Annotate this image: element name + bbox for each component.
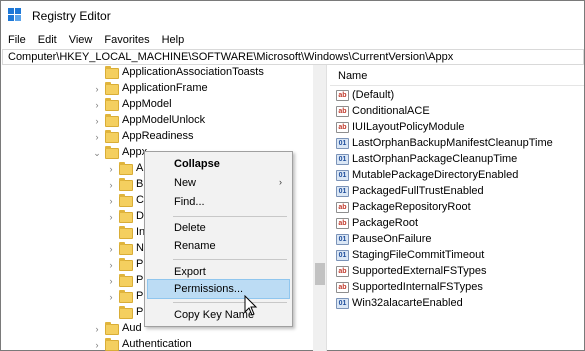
menu-new[interactable]: New › bbox=[147, 173, 290, 193]
string-value-icon: ab bbox=[336, 89, 349, 101]
value-row[interactable]: 01 StagingFileCommitTimeout bbox=[336, 247, 484, 263]
value-row[interactable]: ab PackageRoot bbox=[336, 215, 418, 231]
menu-edit[interactable]: Edit bbox=[32, 34, 63, 46]
chevron-right-icon[interactable]: › bbox=[106, 193, 116, 209]
folder-icon bbox=[105, 98, 119, 111]
folder-icon bbox=[105, 66, 119, 79]
binary-value-icon: 01 bbox=[336, 233, 349, 245]
binary-value-icon: 01 bbox=[336, 169, 349, 181]
menu-separator bbox=[173, 216, 287, 217]
binary-value-icon: 01 bbox=[336, 297, 349, 309]
tree-item-appmodelunlock[interactable]: › AppModelUnlock bbox=[2, 113, 310, 129]
menu-collapse[interactable]: Collapse bbox=[147, 154, 290, 174]
binary-value-icon: 01 bbox=[336, 137, 349, 149]
chevron-right-icon[interactable]: › bbox=[106, 257, 116, 273]
menu-view[interactable]: View bbox=[63, 34, 99, 46]
folder-icon bbox=[105, 338, 119, 351]
tree-item-applicationframe[interactable]: › ApplicationFrame bbox=[2, 81, 310, 97]
value-row[interactable]: 01 PauseOnFailure bbox=[336, 231, 432, 247]
column-header-name[interactable]: Name bbox=[338, 70, 367, 82]
menu-bar: File Edit View Favorites Help bbox=[1, 31, 584, 49]
menu-file[interactable]: File bbox=[1, 34, 32, 46]
chevron-right-icon[interactable]: › bbox=[106, 289, 116, 305]
scrollbar-thumb[interactable] bbox=[315, 263, 325, 285]
folder-icon bbox=[105, 114, 119, 127]
string-value-icon: ab bbox=[336, 105, 349, 117]
chevron-down-icon[interactable]: ⌄ bbox=[92, 145, 102, 161]
tree-scrollbar[interactable] bbox=[313, 65, 326, 351]
folder-icon bbox=[105, 146, 119, 159]
value-row[interactable]: 01 MutablePackageDirectoryEnabled bbox=[336, 167, 518, 183]
chevron-right-icon[interactable]: › bbox=[106, 161, 116, 177]
menu-find[interactable]: Find... bbox=[147, 192, 290, 212]
address-path: Computer\HKEY_LOCAL_MACHINE\SOFTWARE\Mic… bbox=[8, 51, 454, 63]
folder-icon bbox=[105, 130, 119, 143]
value-row[interactable]: 01 PackagedFullTrustEnabled bbox=[336, 183, 484, 199]
title-bar[interactable]: Registry Editor bbox=[1, 1, 584, 31]
chevron-right-icon[interactable]: › bbox=[106, 209, 116, 225]
folder-icon bbox=[119, 290, 133, 303]
chevron-right-icon[interactable]: › bbox=[92, 321, 102, 337]
folder-icon bbox=[119, 178, 133, 191]
mouse-pointer-icon bbox=[244, 295, 258, 316]
context-menu: Collapse New › Find... Delete Rename Exp… bbox=[144, 151, 293, 327]
binary-value-icon: 01 bbox=[336, 249, 349, 261]
window-title: Registry Editor bbox=[32, 9, 111, 23]
value-row[interactable]: 01 Win32alacarteEnabled bbox=[336, 295, 463, 311]
value-row[interactable]: 01 LastOrphanPackageCleanupTime bbox=[336, 151, 517, 167]
binary-value-icon: 01 bbox=[336, 153, 349, 165]
chevron-right-icon[interactable]: › bbox=[92, 97, 102, 113]
tree-item-applicationassociationtoasts[interactable]: ApplicationAssociationToasts bbox=[2, 65, 310, 81]
value-row[interactable]: 01 LastOrphanBackupManifestCleanupTime bbox=[336, 135, 553, 151]
menu-rename[interactable]: Rename bbox=[147, 236, 290, 256]
menu-separator bbox=[173, 302, 287, 303]
folder-icon bbox=[119, 258, 133, 271]
address-bar[interactable]: Computer\HKEY_LOCAL_MACHINE\SOFTWARE\Mic… bbox=[2, 49, 584, 65]
tree-item-appmodel[interactable]: › AppModel bbox=[2, 97, 310, 113]
folder-icon bbox=[119, 194, 133, 207]
string-value-icon: ab bbox=[336, 281, 349, 293]
value-row[interactable]: ab SupportedExternalFSTypes bbox=[336, 263, 487, 279]
folder-icon bbox=[119, 226, 133, 239]
values-list: Name ab (Default) ab ConditionalACE ab I… bbox=[330, 65, 584, 351]
chevron-right-icon[interactable]: › bbox=[92, 337, 102, 351]
menu-delete[interactable]: Delete bbox=[147, 218, 290, 238]
folder-icon bbox=[119, 306, 133, 319]
header-divider bbox=[330, 85, 584, 86]
chevron-right-icon[interactable]: › bbox=[106, 177, 116, 193]
chevron-right-icon[interactable]: › bbox=[92, 129, 102, 145]
submenu-arrow-icon: › bbox=[279, 177, 282, 187]
menu-copy-key-name[interactable]: Copy Key Name bbox=[147, 305, 290, 325]
folder-icon bbox=[119, 162, 133, 175]
folder-icon bbox=[105, 322, 119, 335]
tree-item-authentication[interactable]: › Authentication bbox=[2, 337, 310, 351]
registry-editor-window: Registry Editor File Edit View Favorites… bbox=[0, 0, 585, 351]
chevron-right-icon[interactable]: › bbox=[106, 273, 116, 289]
regedit-icon bbox=[8, 8, 24, 24]
value-row[interactable]: ab ConditionalACE bbox=[336, 103, 430, 119]
value-row[interactable]: ab IUILayoutPolicyModule bbox=[336, 119, 465, 135]
string-value-icon: ab bbox=[336, 121, 349, 133]
chevron-right-icon[interactable]: › bbox=[92, 81, 102, 97]
string-value-icon: ab bbox=[336, 201, 349, 213]
menu-favorites[interactable]: Favorites bbox=[98, 34, 155, 46]
folder-icon bbox=[119, 242, 133, 255]
folder-icon bbox=[119, 274, 133, 287]
value-row[interactable]: ab (Default) bbox=[336, 87, 394, 103]
string-value-icon: ab bbox=[336, 217, 349, 229]
menu-permissions[interactable]: Permissions... bbox=[147, 279, 290, 299]
chevron-right-icon[interactable]: › bbox=[92, 113, 102, 129]
folder-icon bbox=[119, 210, 133, 223]
binary-value-icon: 01 bbox=[336, 185, 349, 197]
value-row[interactable]: ab SupportedInternalFSTypes bbox=[336, 279, 483, 295]
value-row[interactable]: ab PackageRepositoryRoot bbox=[336, 199, 471, 215]
chevron-right-icon[interactable]: › bbox=[106, 241, 116, 257]
menu-help[interactable]: Help bbox=[156, 34, 191, 46]
string-value-icon: ab bbox=[336, 265, 349, 277]
folder-icon bbox=[105, 82, 119, 95]
tree-item-appreadiness[interactable]: › AppReadiness bbox=[2, 129, 310, 145]
menu-separator bbox=[173, 259, 287, 260]
